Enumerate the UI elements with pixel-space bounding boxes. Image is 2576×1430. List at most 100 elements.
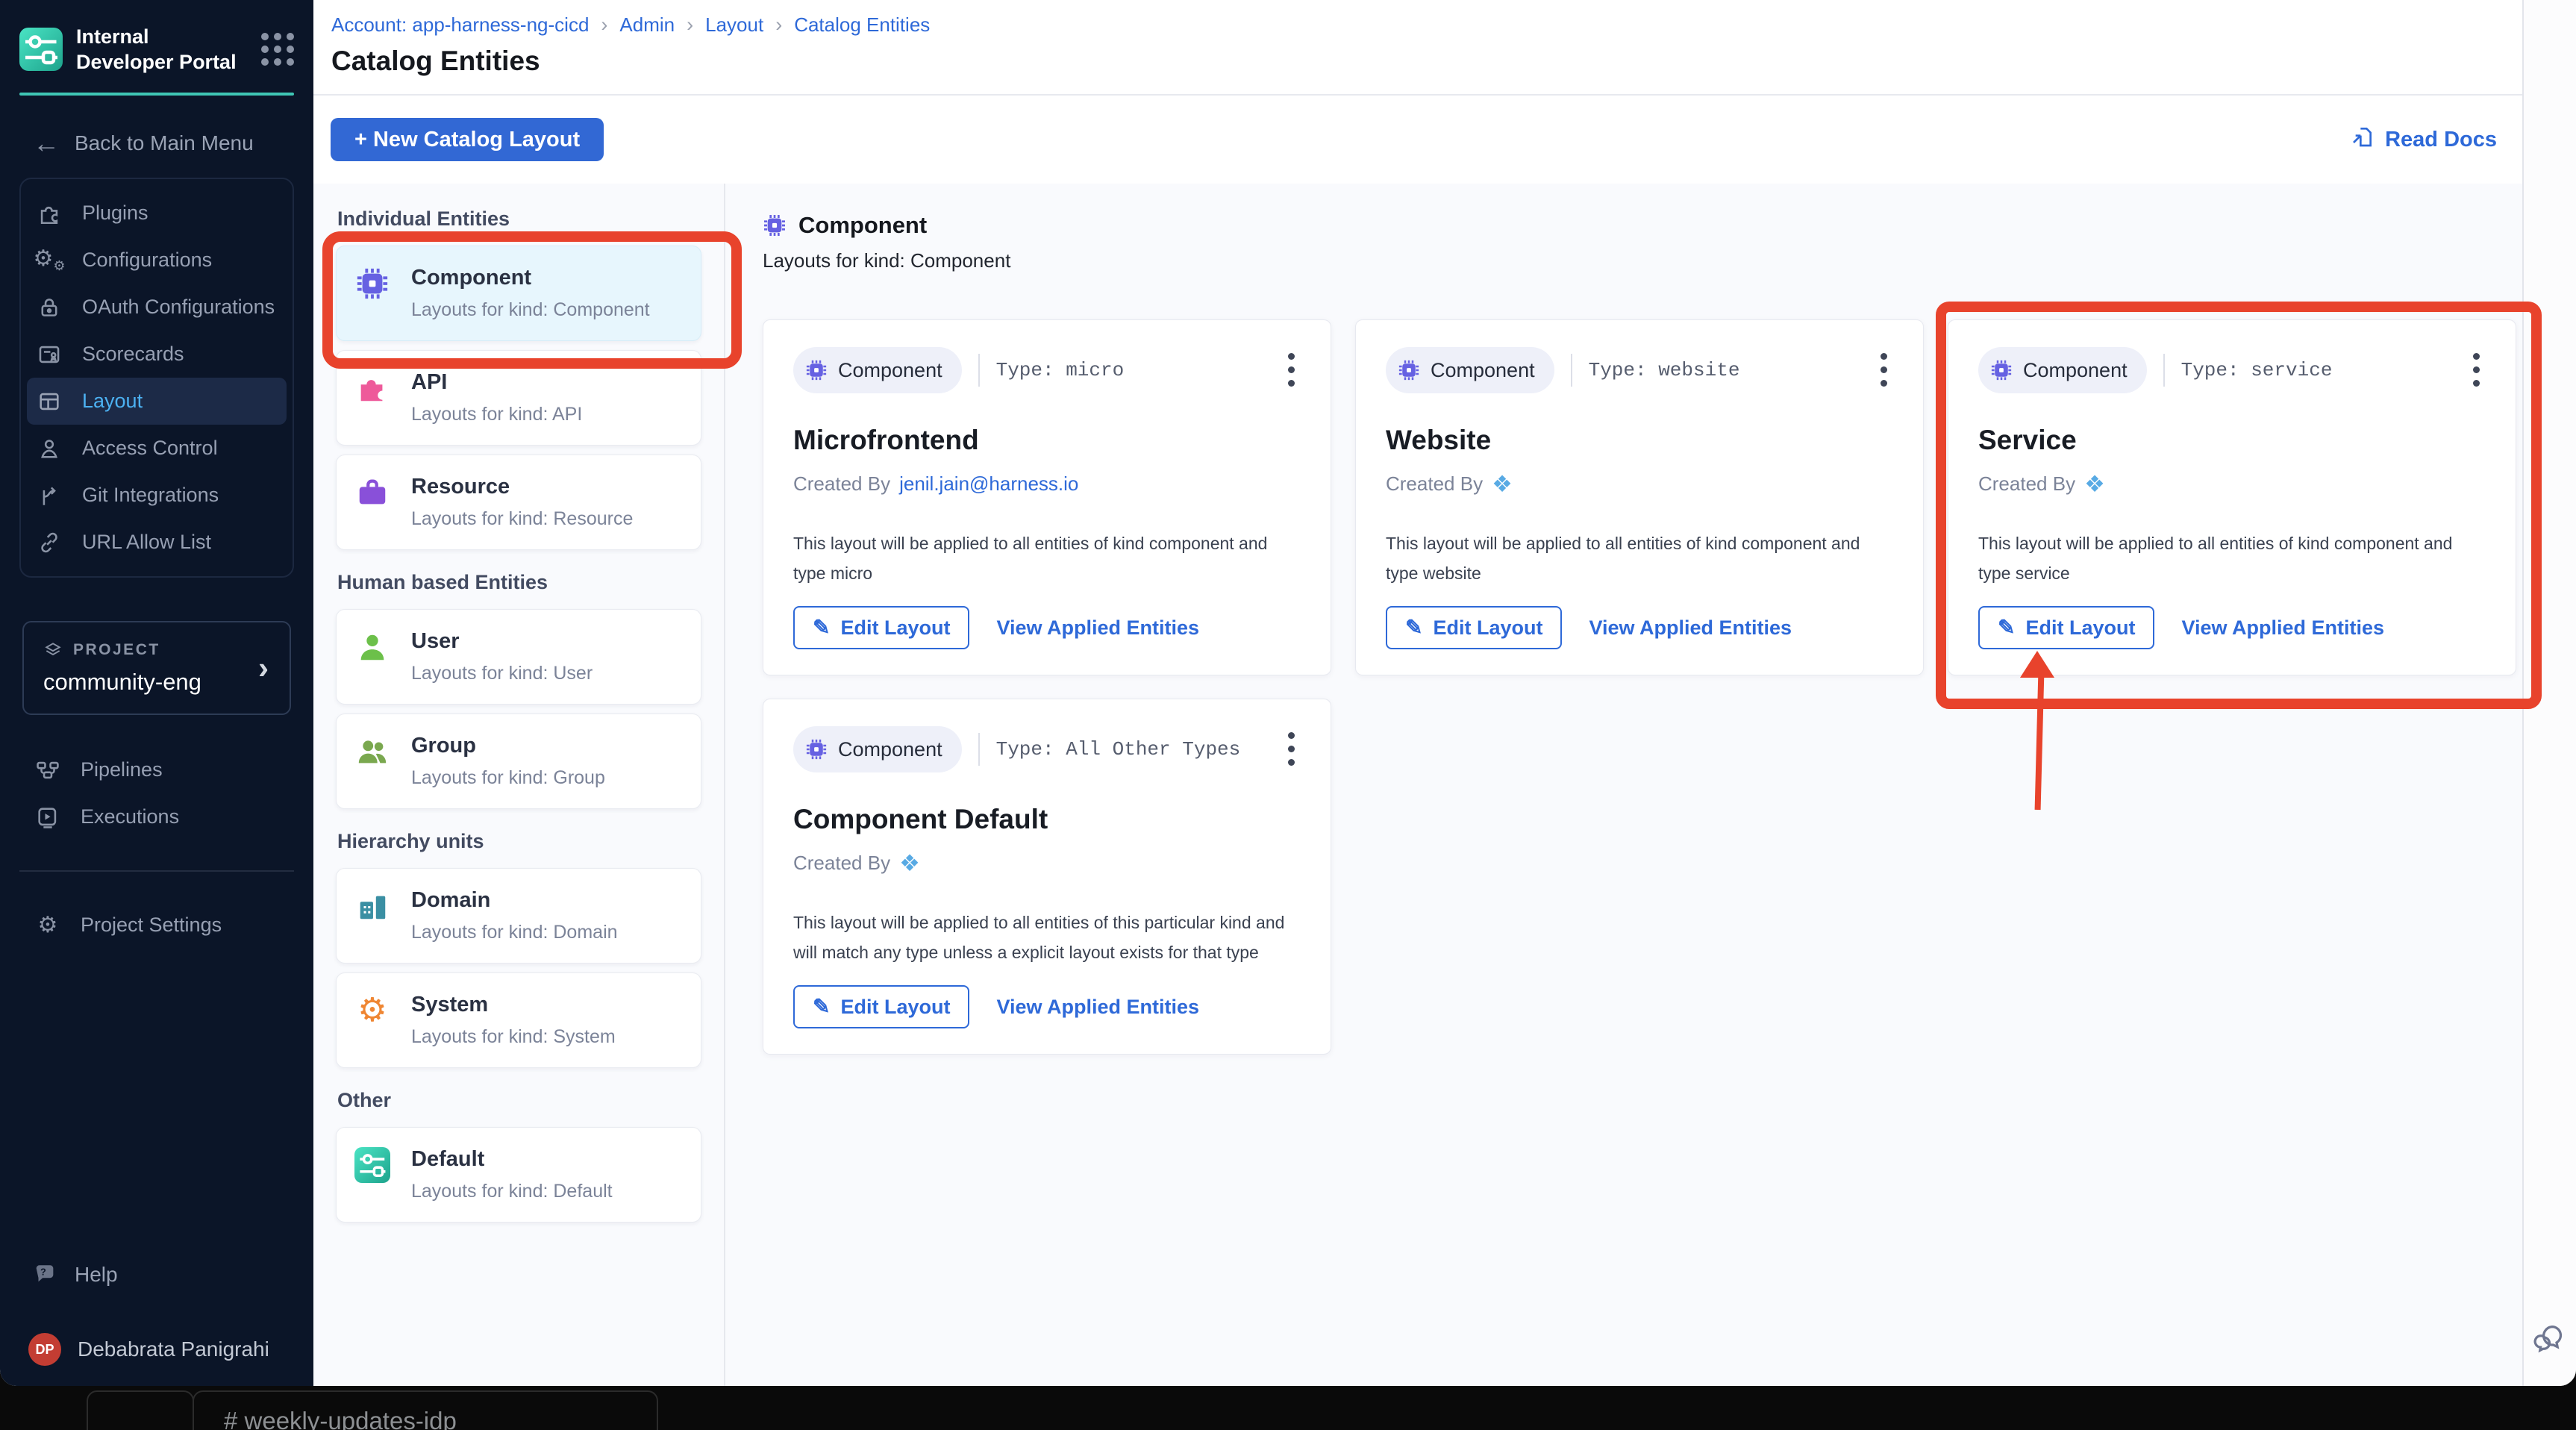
edit-layout-button[interactable]: ✎ Edit Layout <box>1978 606 2155 649</box>
edit-layout-button[interactable]: ✎ Edit Layout <box>1386 606 1563 649</box>
background-window-bar: # weekly-updates-idp <box>0 1386 2576 1430</box>
domain-buildings-icon <box>354 888 390 924</box>
group-icon <box>354 734 390 769</box>
sidebar-item-pipelines[interactable]: Pipelines <box>25 746 294 793</box>
sidebar-item-label: Scorecards <box>82 343 184 365</box>
created-by-row: Created By ❖ <box>1386 471 1513 497</box>
layout-description: This layout will be applied to all entit… <box>1386 534 1860 583</box>
chevron-right-icon: › <box>258 650 269 685</box>
layout-title: Component Default <box>793 804 1048 834</box>
created-by-row: Created By jenil.jain@harness.io <box>793 472 1079 496</box>
harness-logo-icon: ❖ <box>899 850 920 876</box>
harness-logo-icon: ❖ <box>2084 471 2105 497</box>
breadcrumb-account[interactable]: Account: app-harness-ng-cicd <box>331 13 589 37</box>
pencil-icon: ✎ <box>813 616 831 639</box>
sidebar-item-plugins[interactable]: Plugins <box>27 190 287 237</box>
back-to-main-menu[interactable]: ← Back to Main Menu <box>0 96 313 178</box>
divider <box>978 354 980 387</box>
entity-item-user[interactable]: User Layouts for kind: User <box>336 609 701 705</box>
created-by-link[interactable]: jenil.jain@harness.io <box>899 472 1078 496</box>
entity-kind-panel: Individual Entities Component Layouts fo… <box>313 184 725 1386</box>
entity-item-api[interactable]: API Layouts for kind: API <box>336 350 701 446</box>
gear-icon: ⚙ <box>37 912 58 937</box>
breadcrumb-catalog-entities[interactable]: Catalog Entities <box>763 13 930 37</box>
project-selector[interactable]: PROJECT community-eng › <box>22 621 291 715</box>
system-gear-icon: ⚙ <box>357 992 387 1028</box>
sidebar-item-label: Git Integrations <box>82 484 219 506</box>
edit-layout-button[interactable]: ✎ Edit Layout <box>793 606 970 649</box>
sidebar-item-project-settings[interactable]: ⚙ Project Settings <box>25 902 294 949</box>
card-menu-icon[interactable] <box>1282 347 1301 393</box>
docs-icon <box>2351 125 2375 154</box>
created-by-row: Created By ❖ <box>793 850 920 876</box>
svg-text:?: ? <box>40 1267 46 1278</box>
sidebar-item-access-control[interactable]: Access Control <box>27 425 287 472</box>
default-logo-icon <box>354 1147 390 1183</box>
breadcrumb-admin[interactable]: Admin <box>589 13 675 37</box>
entity-item-system[interactable]: ⚙ System Layouts for kind: System <box>336 972 701 1068</box>
breadcrumb-layout[interactable]: Layout <box>675 13 763 37</box>
component-chip-icon <box>805 738 828 761</box>
sidebar-item-executions[interactable]: Executions <box>25 793 294 840</box>
sidebar-header: Internal Developer Portal <box>0 0 313 93</box>
component-chip-icon <box>763 213 787 237</box>
view-applied-entities-link[interactable]: View Applied Entities <box>1589 616 1792 640</box>
view-applied-entities-link[interactable]: View Applied Entities <box>996 996 1199 1019</box>
card-menu-icon[interactable] <box>1875 347 1893 393</box>
entity-item-default[interactable]: Default Layouts for kind: Default <box>336 1127 701 1223</box>
entity-item-domain[interactable]: Domain Layouts for kind: Domain <box>336 868 701 964</box>
layout-cards-grid: Component Type: micro Microfrontend Crea… <box>763 319 2554 1140</box>
type-label: Type: All Other Types <box>995 738 1241 761</box>
sidebar-nav-project: Pipelines Executions <box>25 746 294 840</box>
component-chip-icon <box>354 266 390 302</box>
view-applied-entities-link[interactable]: View Applied Entities <box>996 616 1199 640</box>
user-icon <box>354 629 390 665</box>
app-title: Internal Developer Portal <box>76 25 237 73</box>
help-label: Help <box>75 1263 118 1286</box>
layout-card-microfrontend: Component Type: micro Microfrontend Crea… <box>763 319 1331 675</box>
pencil-icon: ✎ <box>813 995 831 1018</box>
sidebar-item-layout[interactable]: Layout <box>27 378 287 425</box>
back-label: Back to Main Menu <box>75 131 254 154</box>
divider <box>1570 354 1572 387</box>
layout-description: This layout will be applied to all entit… <box>1978 534 2453 583</box>
section-hierarchy-units: Hierarchy units <box>337 830 484 852</box>
layouts-area: Component Layouts for kind: Component Co… <box>725 184 2522 1386</box>
sidebar-item-scorecards[interactable]: Scorecards <box>27 331 287 378</box>
entity-item-component[interactable]: Component Layouts for kind: Component <box>336 246 701 341</box>
section-other: Other <box>337 1089 392 1111</box>
card-menu-icon[interactable] <box>2467 347 2486 393</box>
background-window-fragment <box>87 1390 194 1430</box>
sidebar-item-oauth-configurations[interactable]: OAuth Configurations <box>27 284 287 331</box>
main-column: Account: app-harness-ng-cicd Admin Layou… <box>313 0 2522 1386</box>
help-button[interactable]: ? Help <box>31 1261 118 1288</box>
entity-item-group[interactable]: Group Layouts for kind: Group <box>336 714 701 809</box>
sidebar-item-label: Executions <box>81 805 180 828</box>
view-applied-entities-link[interactable]: View Applied Entities <box>2181 616 2384 640</box>
sidebar-item-git-integrations[interactable]: Git Integrations <box>27 472 287 519</box>
layout-icon <box>36 388 63 415</box>
edit-layout-button[interactable]: ✎ Edit Layout <box>793 985 970 1028</box>
read-docs-link[interactable]: Read Docs <box>2351 125 2497 154</box>
entity-item-resource[interactable]: Resource Layouts for kind: Resource <box>336 455 701 550</box>
resource-briefcase-icon <box>354 475 390 511</box>
type-label: Type: website <box>1588 359 1740 381</box>
sidebar-item-label: Project Settings <box>81 914 222 936</box>
card-menu-icon[interactable] <box>1282 726 1301 772</box>
page-title: Catalog Entities <box>331 46 540 76</box>
right-rail <box>2522 0 2576 1386</box>
sidebar-item-configurations[interactable]: ⚙⚙ Configurations <box>27 237 287 284</box>
harness-logo-icon: ❖ <box>1492 471 1513 497</box>
app-switcher-icon[interactable] <box>261 33 294 66</box>
kind-badge: Component <box>793 347 962 393</box>
new-catalog-layout-button[interactable]: + New Catalog Layout <box>331 118 604 161</box>
harness-idp-logo <box>19 28 63 71</box>
user-menu[interactable]: DP Debabrata Panigrahi <box>28 1333 269 1366</box>
type-label: Type: micro <box>995 359 1125 381</box>
git-branch-icon <box>36 482 63 509</box>
chat-bubbles-icon[interactable] <box>2533 1321 2567 1359</box>
sidebar-item-label: Pipelines <box>81 758 163 781</box>
help-chat-icon: ? <box>31 1261 58 1288</box>
app-window: Internal Developer Portal ← Back to Main… <box>0 0 2576 1386</box>
sidebar-item-url-allow-list[interactable]: URL Allow List <box>27 519 287 566</box>
